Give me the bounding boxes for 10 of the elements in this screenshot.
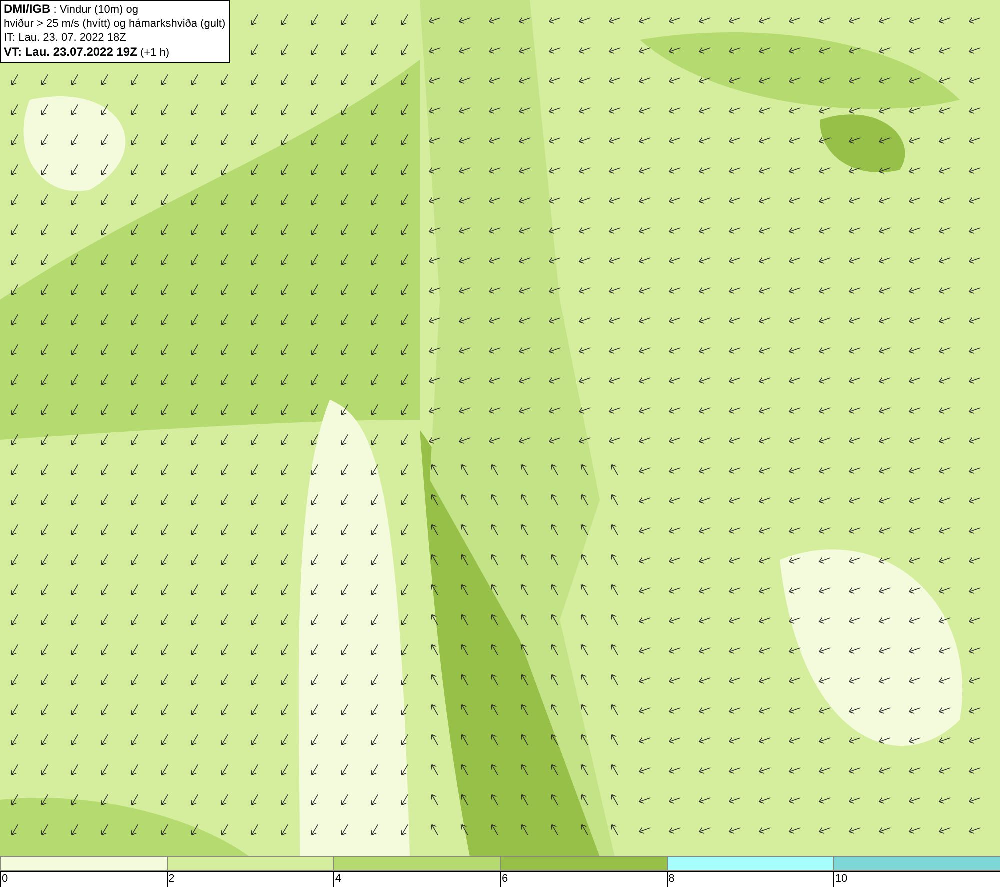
legend-label: 0 (0, 872, 8, 887)
legend-label: 6 (500, 872, 508, 887)
title-line: IT: Lau. 23. 07. 2022 18Z (4, 32, 128, 45)
legend-label: 8 (666, 872, 675, 887)
legend-label: 2 (166, 872, 175, 887)
title-line: VT: Lau. 23.07.2022 19Z (+1 h) (4, 46, 171, 60)
title-line: DMI/IGB : Vindur (10m) og (4, 3, 140, 17)
legend-label: 4 (333, 872, 342, 887)
title-line: hviður > 25 m/s (hvítt) og hámarkshviða (gult) (4, 18, 226, 31)
legend-label: 10 (833, 872, 848, 887)
